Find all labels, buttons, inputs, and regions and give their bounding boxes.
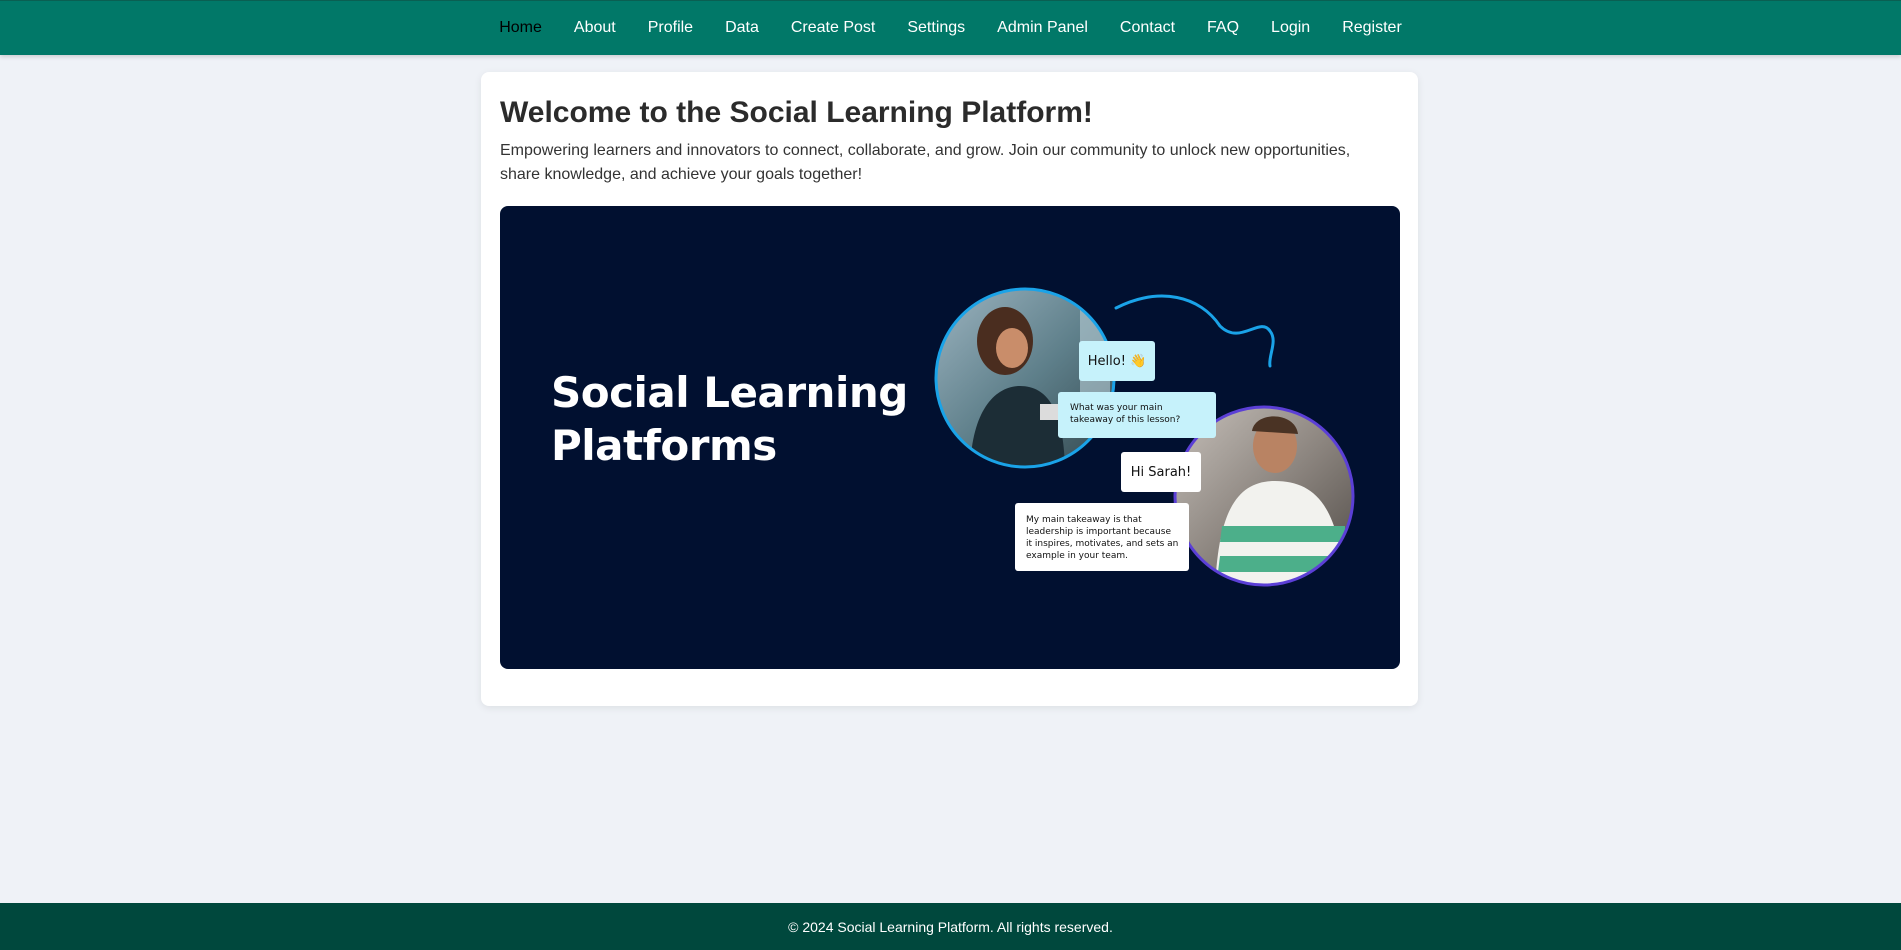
nav-link-login[interactable]: Login [1255, 1, 1326, 55]
banner-illustration [934, 287, 1355, 587]
nav-link-create-post[interactable]: Create Post [775, 1, 891, 55]
hero-banner-image: Social Learning Platforms Hello! 👋 What … [500, 206, 1400, 669]
nav-link-home[interactable]: Home [483, 1, 558, 55]
nav-link-faq[interactable]: FAQ [1191, 1, 1255, 55]
nav-link-admin-panel[interactable]: Admin Panel [981, 1, 1104, 55]
welcome-card: Welcome to the Social Learning Platform!… [481, 72, 1418, 706]
nav-link-register[interactable]: Register [1326, 1, 1418, 55]
chat-bubble-question: What was your main takeaway of this less… [1058, 392, 1216, 438]
nav-link-data[interactable]: Data [709, 1, 775, 55]
intro-text: Empowering learners and innovators to co… [500, 142, 1351, 183]
nav-link-settings[interactable]: Settings [891, 1, 981, 55]
nav-link-about[interactable]: About [558, 1, 632, 55]
page-footer: © 2024 Social Learning Platform. All rig… [0, 903, 1901, 950]
chat-bubble-hello: Hello! 👋 [1079, 341, 1155, 381]
nav-link-profile[interactable]: Profile [632, 1, 709, 55]
page-title: Welcome to the Social Learning Platform! [500, 96, 1093, 129]
chat-bubble-answer: My main takeaway is that leadership is i… [1015, 503, 1189, 571]
copyright-text: © 2024 Social Learning Platform. All rig… [788, 918, 1113, 935]
top-navigation: Home About Profile Data Create Post Sett… [0, 0, 1901, 55]
nav-link-contact[interactable]: Contact [1104, 1, 1191, 55]
woman-photo [935, 288, 1115, 468]
nav-list: Home About Profile Data Create Post Sett… [483, 1, 1418, 55]
chat-bubble-hi: Hi Sarah! [1121, 452, 1201, 492]
